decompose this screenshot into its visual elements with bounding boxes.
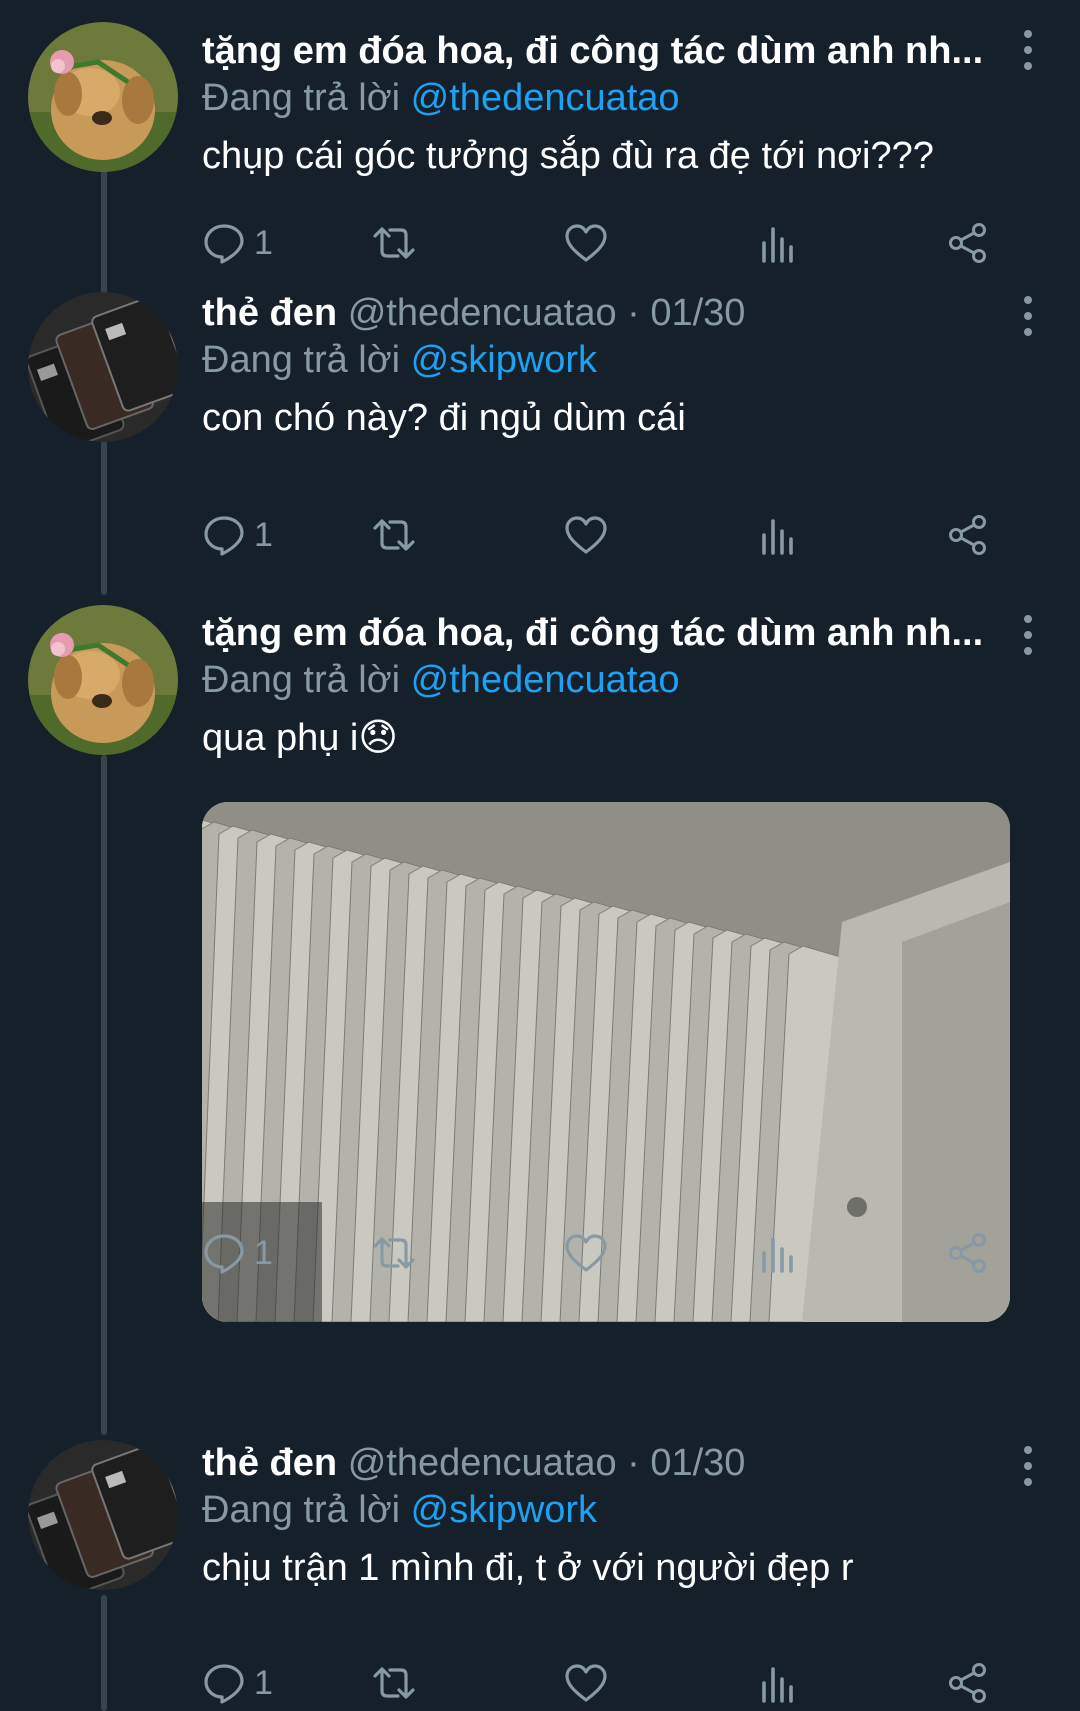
action-bar: 1 bbox=[202, 510, 1022, 560]
reply-icon bbox=[204, 224, 244, 264]
replying-label: Đang trả lời bbox=[202, 659, 401, 701]
replying-to: Đang trả lời @thedencuatao bbox=[202, 656, 1020, 704]
dog-avatar-image bbox=[28, 605, 178, 755]
share-button[interactable] bbox=[946, 218, 990, 268]
tweet[interactable]: tặng em đóa hoa, đi công tác dùm anh nh.… bbox=[0, 580, 1080, 1440]
share-button[interactable] bbox=[946, 1228, 990, 1278]
action-bar: 1 bbox=[202, 1658, 1022, 1708]
like-button[interactable] bbox=[564, 510, 608, 560]
like-button[interactable] bbox=[564, 1228, 608, 1278]
author-handle-date[interactable]: @thedencuatao · 01/30 bbox=[348, 1442, 746, 1484]
tweet-text: qua phụ i😞 bbox=[202, 714, 1020, 762]
replying-to: Đang trả lời @thedencuatao bbox=[202, 74, 1020, 122]
mention-link[interactable]: @skipwork bbox=[411, 1489, 597, 1531]
reply-icon bbox=[204, 1664, 244, 1704]
retweet-button[interactable] bbox=[372, 218, 416, 268]
share-button[interactable] bbox=[946, 510, 990, 560]
reply-count: 1 bbox=[254, 1233, 273, 1272]
like-icon bbox=[565, 1664, 607, 1702]
reply-count: 1 bbox=[254, 223, 273, 262]
tweet-text: chụp cái góc tưởng sắp đù ra đẹ tới nơi?… bbox=[202, 135, 934, 177]
like-button[interactable] bbox=[564, 1658, 608, 1708]
tweet-header: tặng em đóa hoa, đi công tác dùm anh nh.… bbox=[202, 28, 1002, 74]
mention-link[interactable]: @thedencuatao bbox=[411, 77, 680, 119]
tweet[interactable]: tặng em đóa hoa, đi công tác dùm anh nh.… bbox=[0, 0, 1080, 290]
cards-avatar-image bbox=[28, 1440, 178, 1590]
like-icon bbox=[565, 516, 607, 554]
reply-button[interactable]: 1 bbox=[202, 1658, 273, 1708]
tweet-header: tặng em đóa hoa, đi công tác dùm anh nh.… bbox=[202, 610, 1002, 656]
reply-icon bbox=[204, 1234, 244, 1274]
mention-link[interactable]: @thedencuatao bbox=[411, 659, 680, 701]
avatar[interactable] bbox=[28, 292, 178, 442]
tweet[interactable]: thẻ đen @thedencuatao · 01/30 Đang trả l… bbox=[0, 290, 1080, 580]
share-button[interactable] bbox=[946, 1658, 990, 1708]
more-options-icon[interactable] bbox=[1018, 30, 1038, 70]
retweet-icon bbox=[373, 1237, 415, 1269]
mention-link[interactable]: @skipwork bbox=[411, 339, 597, 381]
author-handle-date[interactable]: @thedencuatao · 01/30 bbox=[348, 292, 746, 334]
share-icon bbox=[949, 1663, 986, 1703]
disappointed-emoji-icon: 😞 bbox=[358, 717, 398, 759]
analytics-icon bbox=[762, 1667, 793, 1703]
author-name[interactable]: tặng em đóa hoa, đi công tác dùm anh nh.… bbox=[202, 30, 983, 72]
replying-label: Đang trả lời bbox=[202, 339, 401, 381]
reply-button[interactable]: 1 bbox=[202, 218, 273, 268]
reply-button[interactable]: 1 bbox=[202, 1228, 273, 1278]
author-name[interactable]: thẻ đen bbox=[202, 292, 337, 334]
retweet-icon bbox=[373, 519, 415, 551]
retweet-button[interactable] bbox=[372, 1658, 416, 1708]
share-icon bbox=[949, 1233, 986, 1273]
like-button[interactable] bbox=[564, 218, 608, 268]
retweet-button[interactable] bbox=[372, 1228, 416, 1278]
reply-icon bbox=[204, 516, 244, 556]
avatar[interactable] bbox=[28, 22, 178, 172]
reply-count: 1 bbox=[254, 1663, 273, 1702]
like-icon bbox=[565, 224, 607, 262]
tweet-text: con chó này? đi ngủ dùm cái bbox=[202, 397, 686, 439]
more-options-icon[interactable] bbox=[1018, 296, 1038, 336]
replying-label: Đang trả lời bbox=[202, 77, 401, 119]
avatar[interactable] bbox=[28, 1440, 178, 1590]
replying-to: Đang trả lời @skipwork bbox=[202, 336, 1020, 384]
action-bar: 1 bbox=[202, 1228, 1022, 1278]
cards-avatar-image bbox=[28, 292, 178, 442]
like-icon bbox=[565, 1234, 607, 1272]
analytics-button[interactable] bbox=[756, 1658, 800, 1708]
reply-count: 1 bbox=[254, 515, 273, 554]
avatar[interactable] bbox=[28, 605, 178, 755]
tweet-header: thẻ đen @thedencuatao · 01/30 bbox=[202, 290, 1002, 336]
analytics-button[interactable] bbox=[756, 1228, 800, 1278]
replying-to: Đang trả lời @skipwork bbox=[202, 1486, 1020, 1534]
retweet-icon bbox=[373, 1667, 415, 1699]
analytics-icon bbox=[762, 227, 793, 263]
author-name[interactable]: thẻ đen bbox=[202, 1442, 337, 1484]
replying-label: Đang trả lời bbox=[202, 1489, 401, 1531]
share-icon bbox=[949, 223, 986, 263]
retweet-icon bbox=[373, 227, 415, 259]
analytics-icon bbox=[762, 519, 793, 555]
more-options-icon[interactable] bbox=[1018, 1446, 1038, 1486]
analytics-button[interactable] bbox=[756, 218, 800, 268]
analytics-button[interactable] bbox=[756, 510, 800, 560]
tweet-text-content: qua phụ i bbox=[202, 717, 359, 759]
action-bar: 1 bbox=[202, 218, 1022, 268]
analytics-icon bbox=[762, 1237, 793, 1273]
reply-button[interactable]: 1 bbox=[202, 510, 273, 560]
tweet[interactable]: thẻ đen @thedencuatao · 01/30 Đang trả l… bbox=[0, 1440, 1080, 1711]
retweet-button[interactable] bbox=[372, 510, 416, 560]
dog-avatar-image bbox=[28, 22, 178, 172]
tweet-header: thẻ đen @thedencuatao · 01/30 bbox=[202, 1440, 1002, 1486]
tweet-text: chịu trận 1 mình đi, t ở với người đẹp r bbox=[202, 1547, 854, 1589]
more-options-icon[interactable] bbox=[1018, 615, 1038, 655]
author-name[interactable]: tặng em đóa hoa, đi công tác dùm anh nh.… bbox=[202, 612, 983, 654]
share-icon bbox=[949, 515, 986, 555]
